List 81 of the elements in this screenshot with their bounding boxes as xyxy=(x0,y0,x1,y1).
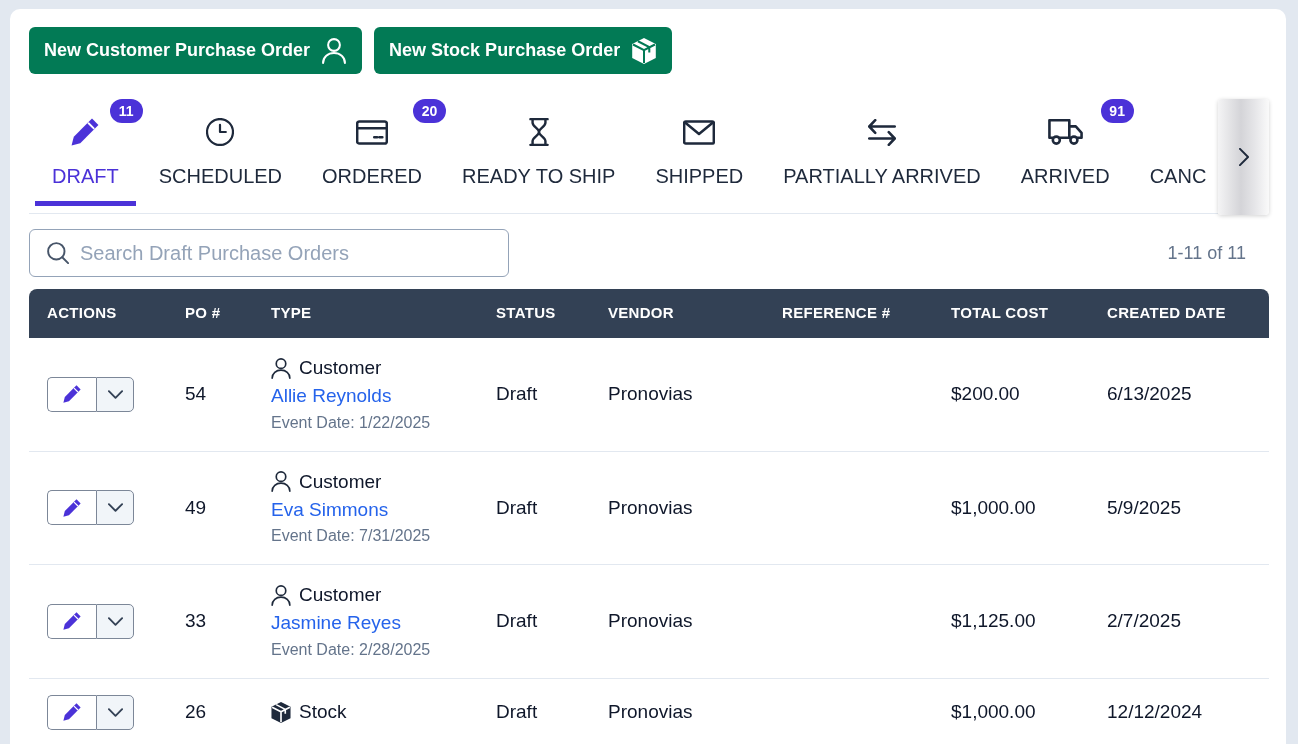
table-cell: $200.00 xyxy=(933,338,1089,452)
column-header: CREATED DATE xyxy=(1089,289,1269,338)
search-icon xyxy=(47,242,69,264)
arrows-icon xyxy=(868,118,896,146)
table-cell: Pronovias xyxy=(590,565,764,679)
new-stock-order-button[interactable]: New Stock Purchase Order xyxy=(374,27,673,74)
truck-icon xyxy=(1047,119,1083,145)
customer-link[interactable]: Eva Simmons xyxy=(271,495,389,524)
table-cell: $1,000.00 xyxy=(933,451,1089,565)
hourglass-icon xyxy=(528,118,549,146)
edit-button[interactable] xyxy=(47,603,96,639)
table-cell: Draft xyxy=(478,338,590,452)
pencil-icon xyxy=(63,498,81,517)
table-cell: 12/12/2024 xyxy=(1089,678,1269,744)
table-cell: Pronovias xyxy=(590,451,764,565)
event-date: Event Date: 1/22/2025 xyxy=(271,412,432,433)
customer-link[interactable]: Allie Reynolds xyxy=(271,382,392,410)
column-header: STATUS xyxy=(478,289,590,338)
result-count: 1-11 of 11 xyxy=(1167,241,1246,265)
event-date: Event Date: 2/28/2025 xyxy=(271,639,432,660)
table-cell: 33 xyxy=(167,565,253,679)
person-icon xyxy=(271,584,291,606)
edit-button[interactable] xyxy=(47,694,96,730)
person-icon xyxy=(271,357,291,379)
chevron-down-icon xyxy=(107,707,123,717)
tab[interactable]: CANC xyxy=(1132,99,1218,206)
table-cell: 54 xyxy=(167,338,253,452)
pencil-icon xyxy=(63,703,81,721)
dropdown-button[interactable] xyxy=(96,694,134,730)
dropdown-button[interactable] xyxy=(96,376,134,412)
person-icon xyxy=(271,471,291,492)
search-field[interactable]: Search Draft Purchase Orders xyxy=(29,229,509,277)
pencil-icon xyxy=(71,118,100,146)
table-cell: Draft xyxy=(478,451,590,565)
table-cell: $1,125.00 xyxy=(933,565,1089,679)
column-header: PO # xyxy=(167,289,253,338)
tab[interactable]: SHIPPED xyxy=(638,99,761,206)
type-label: Customer xyxy=(299,583,382,607)
table-cell: $1,000.00 xyxy=(933,678,1089,744)
envelope-icon xyxy=(683,119,716,145)
type-label: Stock xyxy=(299,700,347,724)
tab[interactable]: PARTIALLY ARRIVED xyxy=(766,99,998,206)
new-customer-order-button[interactable]: New Customer Purchase Order xyxy=(29,27,363,74)
count-badge: 20 xyxy=(413,99,447,123)
table-cell: Pronovias xyxy=(590,338,764,452)
customer-link[interactable]: Jasmine Reyes xyxy=(271,609,401,637)
dropdown-button[interactable] xyxy=(96,490,134,526)
chevron-down-icon xyxy=(107,616,123,626)
column-header: VENDOR xyxy=(590,289,764,338)
edit-button[interactable] xyxy=(47,490,96,526)
dropdown-button[interactable] xyxy=(96,603,134,639)
table-cell: Draft xyxy=(478,678,590,744)
table-cell: 2/7/2025 xyxy=(1089,565,1269,679)
table-cell: 6/13/2025 xyxy=(1089,338,1269,452)
column-header: TOTAL COST xyxy=(933,289,1089,338)
table-cell: Pronovias xyxy=(590,678,764,744)
chevron-down-icon xyxy=(107,503,123,513)
type-label: Customer xyxy=(299,469,382,494)
table-cell: 5/9/2025 xyxy=(1089,451,1269,565)
clock-icon xyxy=(206,118,235,146)
tab[interactable]: READY TO SHIP xyxy=(445,99,633,206)
table-cell: Draft xyxy=(478,565,590,679)
pencil-icon xyxy=(63,612,81,631)
count-badge: 11 xyxy=(109,99,143,123)
column-header: ACTIONS xyxy=(29,289,167,338)
box-icon xyxy=(632,37,657,64)
pencil-icon xyxy=(63,385,81,404)
count-badge: 91 xyxy=(1100,99,1134,123)
event-date: Event Date: 7/31/2025 xyxy=(271,526,432,546)
column-header: TYPE xyxy=(253,289,478,338)
chevron-right-icon xyxy=(1238,148,1249,166)
edit-button[interactable] xyxy=(47,376,96,412)
table-cell: 26 xyxy=(167,678,253,744)
type-label: Customer xyxy=(299,356,382,380)
chevron-down-icon xyxy=(107,389,123,399)
box-icon xyxy=(271,701,291,723)
tab[interactable]: SCHEDULED xyxy=(141,99,300,206)
person-icon xyxy=(322,37,347,64)
card-icon xyxy=(356,119,389,145)
table-cell: 49 xyxy=(167,451,253,565)
column-header: REFERENCE # xyxy=(764,289,933,338)
